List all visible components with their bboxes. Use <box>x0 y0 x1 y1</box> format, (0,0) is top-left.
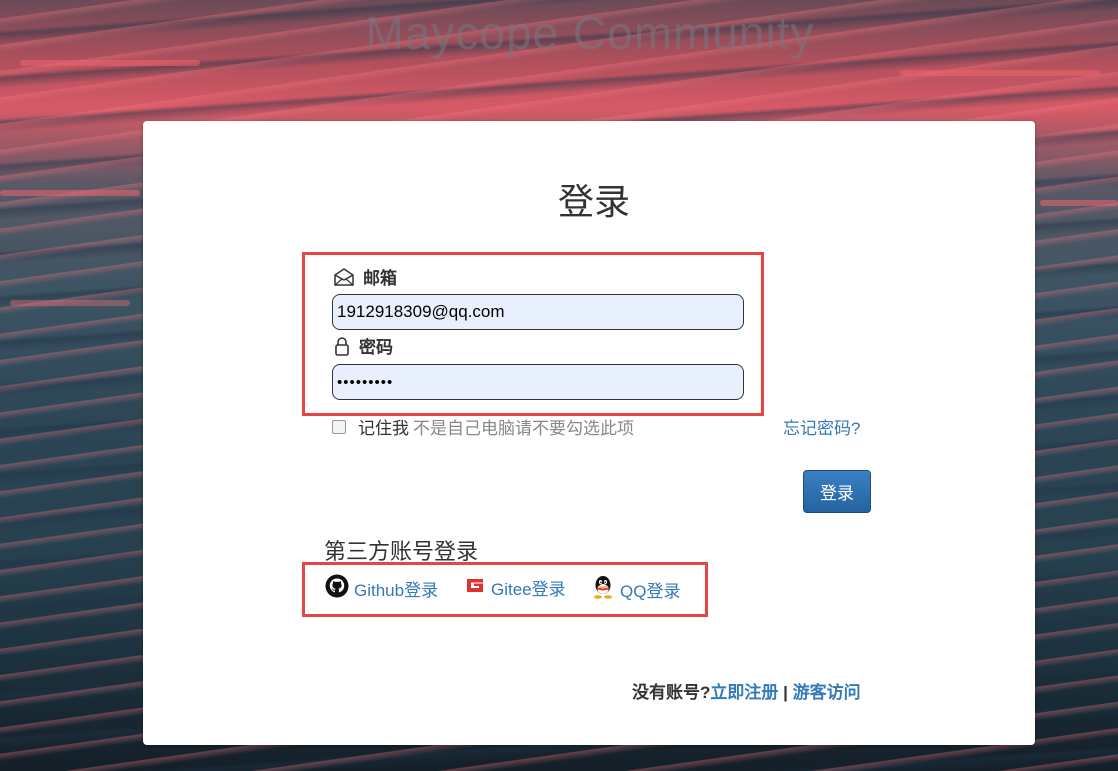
background-streak <box>900 70 1100 76</box>
background-streak <box>10 300 130 306</box>
site-title: Maycope Community <box>365 7 815 59</box>
gitee-login-link[interactable]: Gitee登录 <box>464 574 566 601</box>
no-account-prompt: 没有账号? <box>632 683 711 702</box>
lock-icon <box>333 336 351 356</box>
envelope-icon <box>333 267 355 287</box>
github-login-label: Github登录 <box>354 581 439 600</box>
background-streak <box>1040 200 1118 206</box>
login-button[interactable]: 登录 <box>803 470 871 513</box>
gitee-icon <box>464 574 486 601</box>
gitee-login-label: Gitee登录 <box>491 580 566 599</box>
footer-separator: | <box>783 683 788 702</box>
remember-me-row: 记住我 不是自己电脑请不要勾选此项 <box>332 414 634 439</box>
remember-me-hint: 不是自己电脑请不要勾选此项 <box>413 419 634 438</box>
forgot-password-link[interactable]: 忘记密码? <box>783 414 860 439</box>
github-icon <box>325 574 349 603</box>
password-label: 密码 <box>333 333 393 358</box>
remember-me-checkbox[interactable] <box>332 419 346 434</box>
email-field[interactable] <box>332 294 744 330</box>
email-label: 邮箱 <box>333 264 397 289</box>
background-streak <box>0 190 140 196</box>
qq-icon <box>591 574 615 605</box>
password-field[interactable] <box>332 364 744 400</box>
page-title: 登录 <box>557 181 630 222</box>
register-footer: 没有账号?立即注册 | 游客访问 <box>632 678 861 703</box>
password-label-text: 密码 <box>359 338 393 357</box>
background-streak <box>20 60 200 66</box>
github-login-link[interactable]: Github登录 <box>325 574 438 603</box>
guest-access-link[interactable]: 游客访问 <box>793 683 861 702</box>
email-label-text: 邮箱 <box>363 269 397 288</box>
login-card: 登录 邮箱 密码 记住我 不是自己电脑请不要勾选此项 忘记密码? 登录 第三方账… <box>143 121 1035 745</box>
qq-login-label: QQ登录 <box>620 582 681 601</box>
qq-login-link[interactable]: QQ登录 <box>591 574 680 605</box>
register-link[interactable]: 立即注册 <box>710 683 778 702</box>
remember-me-label: 记住我 <box>358 419 409 438</box>
